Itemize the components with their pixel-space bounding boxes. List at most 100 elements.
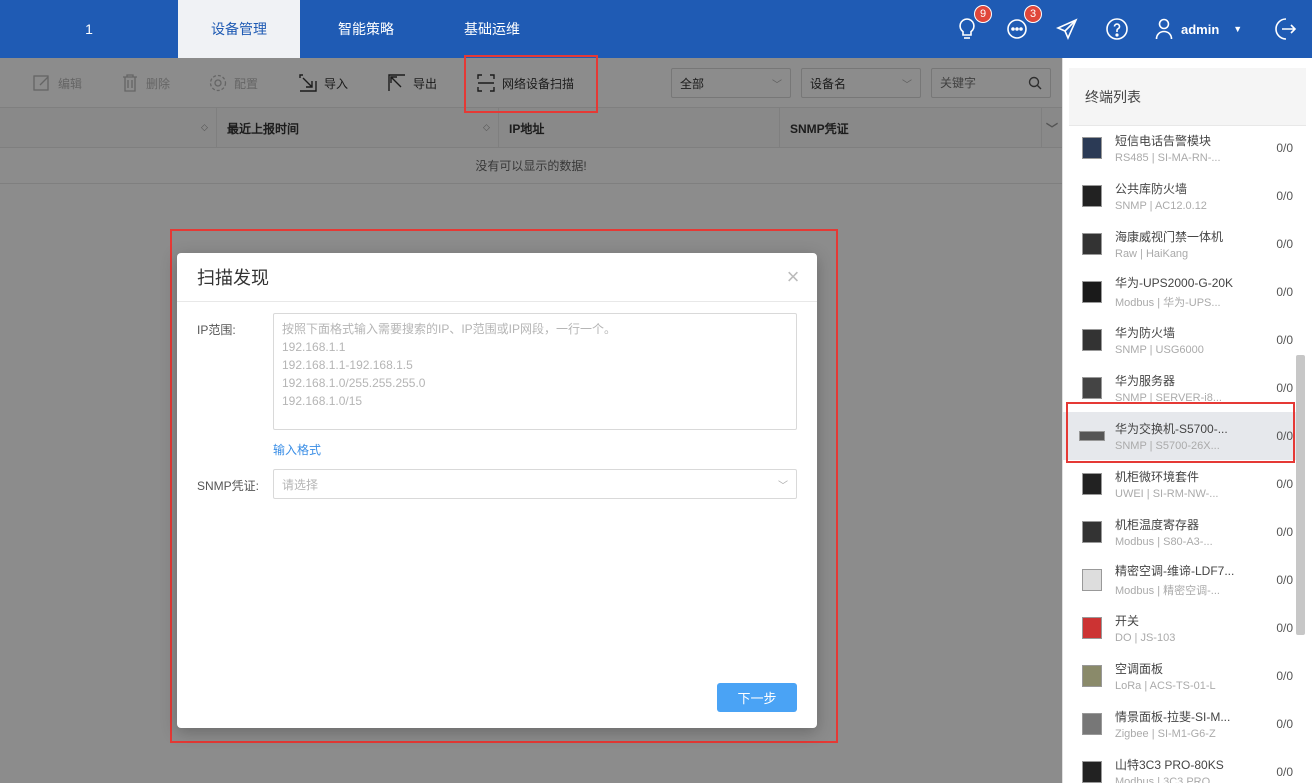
terminal-item-text: 开关 DO | JS-103 [1115,612,1250,644]
device-thumbnail-icon [1079,566,1105,594]
terminal-list-item[interactable]: 海康威视门禁一体机 Raw | HaiKang 0/0 [1063,220,1299,268]
notification-bulb-icon[interactable]: 9 [952,5,992,44]
terminal-item-text: 空调面板 LoRa | ACS-TS-01-L [1115,660,1250,692]
terminal-item-count: 0/0 [1276,237,1293,251]
device-thumbnail-shape [1082,569,1102,591]
ip-range-textarea[interactable]: 按照下面格式输入需要搜索的IP、IP范围或IP网段，一行一个。 192.168.… [273,313,797,430]
device-thumbnail-icon [1079,326,1105,354]
placeholder-line: 192.168.1.0/255.255.255.0 [282,376,426,390]
terminal-item-count: 0/0 [1276,189,1293,203]
send-icon[interactable] [1052,14,1082,44]
terminal-list-panel: 终端列表 短信电话告警模块 RS485 | SI-MA-RN-... 0/0 公共库防… [1062,58,1312,783]
terminal-item-text: 机柜温度寄存器 Modbus | S80-A3-... [1115,516,1250,548]
terminal-list-item[interactable]: 机柜温度寄存器 Modbus | S80-A3-... 0/0 [1063,508,1299,556]
terminal-item-count: 0/0 [1276,573,1293,587]
caret-down-icon: ▼ [1233,24,1243,34]
terminal-list-item[interactable]: 华为服务器 SNMP | SERVER-i8... 0/0 [1063,364,1299,412]
logout-icon[interactable] [1270,14,1300,44]
device-thumbnail-shape [1082,665,1102,687]
terminal-item-subtitle: Modbus | 精密空调-... [1115,585,1220,597]
device-thumbnail-shape [1082,761,1102,783]
device-thumbnail-shape [1082,377,1102,399]
tab-device-management[interactable]: 设备管理 [178,0,300,58]
terminal-item-count: 0/0 [1276,621,1293,635]
terminal-list-item[interactable]: 短信电话告警模块 RS485 | SI-MA-RN-... 0/0 [1063,124,1299,172]
terminal-item-text: 海康威视门禁一体机 Raw | HaiKang [1115,228,1250,260]
terminal-item-subtitle: UWEI | SI-RM-NW-... [1115,488,1219,500]
snmp-credential-label: SNMP凭证: [197,479,260,493]
terminal-item-text: 华为服务器 SNMP | SERVER-i8... [1115,372,1250,404]
device-thumbnail-shape [1082,185,1102,207]
terminal-item-name: 山特3C3 PRO-80KS [1115,758,1224,772]
terminal-item-subtitle: SNMP | AC12.0.12 [1115,200,1207,212]
terminal-item-name: 机柜微环境套件 [1115,470,1200,484]
terminal-list-item[interactable]: 华为-UPS2000-G-20K Modbus | 华为-UPS... 0/0 [1063,268,1299,316]
terminal-item-subtitle: Raw | HaiKang [1115,248,1189,260]
device-thumbnail-shape [1082,473,1102,495]
terminal-item-count: 0/0 [1276,765,1293,779]
device-thumbnail-shape [1082,521,1102,543]
terminal-list-item[interactable]: 公共库防火墙 SNMP | AC12.0.12 0/0 [1063,172,1299,220]
device-thumbnail-shape [1082,137,1102,159]
terminal-list-item[interactable]: 华为交换机-S5700-... SNMP | S5700-26X... 0/0 [1063,412,1299,460]
device-thumbnail-icon [1079,614,1105,642]
terminal-item-subtitle: Modbus | 3C3 PRO... [1115,776,1220,783]
terminal-item-name: 公共库防火墙 [1115,182,1188,196]
terminal-list-item[interactable]: 山特3C3 PRO-80KS Modbus | 3C3 PRO... 0/0 [1063,748,1299,783]
terminal-list-item[interactable]: 开关 DO | JS-103 0/0 [1063,604,1299,652]
terminal-list-item[interactable]: 情景面板-拉斐-SI-M... Zigbee | SI-M1-G6-Z 0/0 [1063,700,1299,748]
terminal-item-subtitle: Modbus | S80-A3-... [1115,536,1213,548]
terminal-item-name: 海康威视门禁一体机 [1115,230,1224,244]
terminal-item-text: 华为-UPS2000-G-20K Modbus | 华为-UPS... [1115,274,1250,310]
device-thumbnail-shape [1082,713,1102,735]
terminal-list-item[interactable]: 精密空调-维谛-LDF7... Modbus | 精密空调-... 0/0 [1063,556,1299,604]
terminal-item-name: 机柜温度寄存器 [1115,518,1200,532]
terminal-item-text: 山特3C3 PRO-80KS Modbus | 3C3 PRO... [1115,756,1250,783]
terminal-item-subtitle: Modbus | 华为-UPS... [1115,297,1221,309]
terminal-item-name: 空调面板 [1115,662,1164,676]
terminal-list-item[interactable]: 机柜微环境套件 UWEI | SI-RM-NW-... 0/0 [1063,460,1299,508]
snmp-credential-select[interactable]: 请选择 ﹀ [273,469,797,499]
tab-basic-ops[interactable]: 基础运维 [432,0,552,58]
user-menu[interactable]: admin ▼ [1155,14,1242,44]
user-icon [1155,18,1173,40]
terminal-item-name: 开关 [1115,614,1140,628]
terminal-item-count: 0/0 [1276,333,1293,347]
terminal-item-name: 精密空调-维谛-LDF7... [1115,564,1235,578]
terminal-item-name: 华为服务器 [1115,374,1176,388]
terminal-item-text: 华为防火墙 SNMP | USG6000 [1115,324,1250,356]
device-thumbnail-shape [1082,281,1102,303]
terminal-item-count: 0/0 [1276,285,1293,299]
terminal-item-name: 华为-UPS2000-G-20K [1115,276,1234,290]
terminal-item-subtitle: SNMP | S5700-26X... [1115,440,1220,452]
placeholder-line: 192.168.1.1 [282,340,346,354]
device-thumbnail-icon [1079,278,1105,306]
dialog-title: 扫描发现 [177,253,817,302]
terminal-list-item[interactable]: 空调面板 LoRa | ACS-TS-01-L 0/0 [1063,652,1299,700]
help-icon[interactable] [1102,14,1132,44]
next-step-button[interactable]: 下一步 [717,683,797,712]
terminal-list-item[interactable]: 华为防火墙 SNMP | USG6000 0/0 [1063,316,1299,364]
terminal-item-text: 公共库防火墙 SNMP | AC12.0.12 [1115,180,1250,212]
terminal-item-text: 精密空调-维谛-LDF7... Modbus | 精密空调-... [1115,562,1250,598]
terminal-item-text: 机柜微环境套件 UWEI | SI-RM-NW-... [1115,468,1250,500]
input-format-link[interactable]: 输入格式 [273,441,321,458]
device-thumbnail-shape [1082,617,1102,639]
placeholder-line: 按照下面格式输入需要搜索的IP、IP范围或IP网段，一行一个。 [282,322,617,336]
message-icon[interactable]: 3 [1002,5,1042,44]
terminal-item-count: 0/0 [1276,141,1293,155]
terminal-item-subtitle: RS485 | SI-MA-RN-... [1115,152,1221,164]
placeholder-line: 192.168.1.1-192.168.1.5 [282,358,413,372]
device-thumbnail-icon [1079,710,1105,738]
device-thumbnail-icon [1079,518,1105,546]
device-thumbnail-icon [1079,470,1105,498]
device-thumbnail-icon [1079,758,1105,783]
terminal-item-count: 0/0 [1276,429,1293,443]
terminal-list-scrollbar[interactable] [1296,355,1305,635]
terminal-item-count: 0/0 [1276,669,1293,683]
close-icon[interactable]: × [781,264,805,289]
terminal-item-text: 短信电话告警模块 RS485 | SI-MA-RN-... [1115,132,1250,164]
logo[interactable]: 1 [0,0,178,58]
device-thumbnail-icon [1079,134,1105,162]
tab-smart-policy[interactable]: 智能策略 [306,0,426,58]
